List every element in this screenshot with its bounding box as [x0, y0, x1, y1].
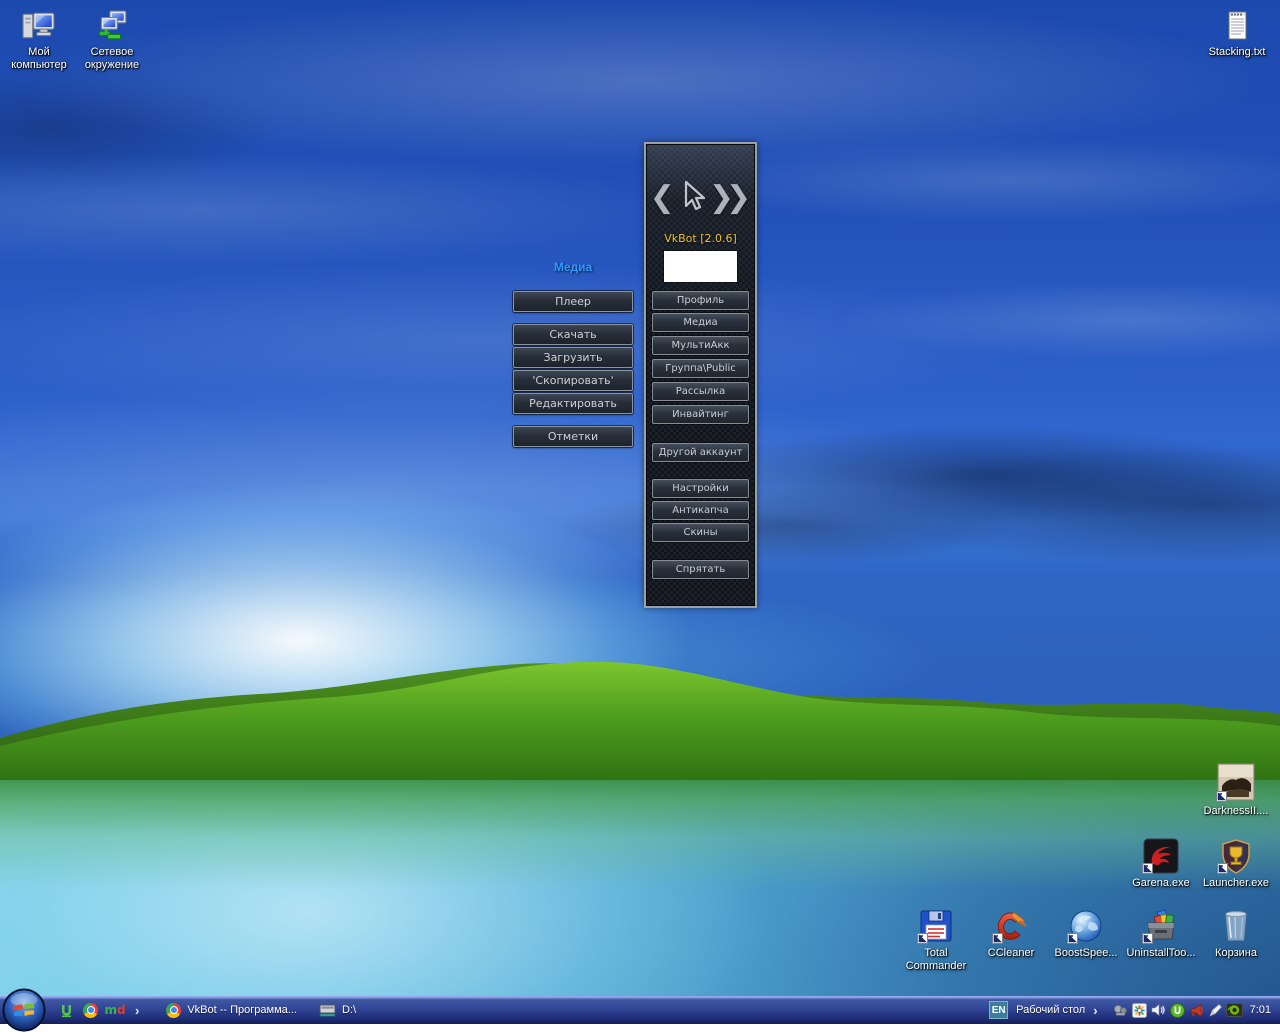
language-indicator[interactable]: EN	[989, 1001, 1008, 1019]
logo-left-bracket: ❮	[650, 180, 675, 215]
icon-label: UninstallToo...	[1122, 947, 1200, 960]
red-horn-icon[interactable]	[1188, 1002, 1205, 1018]
shortcut-arrow-icon	[992, 933, 1003, 944]
taskbar-task-vkbot[interactable]: VkBot -- Программа...	[166, 1003, 297, 1018]
utorrent-icon[interactable]	[58, 1002, 74, 1018]
desktop-icon-launcher[interactable]: Launcher.exe	[1197, 836, 1275, 890]
vkbot-panel: ❮ ❯❯ VkBot [2.0.6] Профиль Медиа МультиА…	[644, 142, 757, 608]
quick-launch: md	[58, 1002, 123, 1018]
vkbot-button-multiacc[interactable]: МультиАкк	[652, 336, 749, 355]
media-button-player[interactable]: Плеер	[513, 291, 633, 312]
icon-label: Stacking.txt	[1198, 46, 1276, 59]
recycle-bin-icon	[1197, 906, 1275, 944]
taskbar-task-drive-d[interactable]: D:\	[319, 1004, 356, 1017]
vkbot-button-hide[interactable]: Спрятать	[652, 560, 749, 579]
toolbar-chevron-icon[interactable]: ›	[1093, 1003, 1097, 1018]
floppy-disk-icon	[897, 906, 975, 944]
quick-launch-chevron-icon[interactable]: ›	[135, 1003, 139, 1018]
mediaget-m: m	[104, 1004, 117, 1016]
garena-icon	[1122, 836, 1200, 874]
volume-icon[interactable]	[1150, 1002, 1167, 1018]
desktop-icon-total-commander[interactable]: Total Commander	[897, 906, 975, 973]
vkbot-button-profile[interactable]: Профиль	[652, 291, 749, 310]
chrome-icon	[166, 1003, 181, 1018]
text-file-icon	[1198, 5, 1276, 43]
drive-icon	[319, 1004, 336, 1017]
tray-connection-icon[interactable]	[1131, 1002, 1148, 1018]
shortcut-arrow-icon	[1142, 863, 1153, 874]
my-computer-icon	[0, 5, 78, 43]
icon-label: Корзина	[1197, 947, 1275, 960]
media-button-marks[interactable]: Отметки	[513, 426, 633, 447]
shortcut-arrow-icon	[1217, 863, 1228, 874]
desktop-icon-boostspeed[interactable]: BoostSpee...	[1047, 906, 1125, 960]
system-tray	[1112, 1002, 1243, 1018]
ccleaner-icon	[972, 906, 1050, 944]
vkbot-button-mailing[interactable]: Рассылка	[652, 382, 749, 401]
media-button-copy[interactable]: 'Скопировать'	[513, 370, 633, 391]
media-button-download[interactable]: Скачать	[513, 324, 633, 345]
media-button-upload[interactable]: Загрузить	[513, 347, 633, 368]
desktop-icon-uninstalltool[interactable]: UninstallToo...	[1122, 906, 1200, 960]
desktop-icon-stacking-txt[interactable]: Stacking.txt	[1198, 5, 1276, 59]
vkbot-button-other-account[interactable]: Другой аккаунт	[652, 443, 749, 462]
shortcut-arrow-icon	[917, 933, 928, 944]
shield-trophy-icon	[1197, 836, 1275, 874]
start-button[interactable]	[1, 987, 47, 1033]
taskbar: md › VkBot -- Программа... D:\ EN Рабочи…	[0, 996, 1280, 1024]
desktop-icon-network[interactable]: Сетевое окружение	[73, 5, 151, 72]
desktop-icon-my-computer[interactable]: Мой компьютер	[0, 5, 78, 72]
vkbot-logo: ❮ ❯❯	[646, 168, 755, 226]
vkbot-button-skins[interactable]: Скины	[652, 523, 749, 542]
vkbot-image-box[interactable]	[664, 251, 737, 282]
taskbar-clock[interactable]: 7:01	[1250, 1004, 1271, 1016]
icon-label: Сетевое окружение	[73, 46, 151, 72]
vkbot-button-settings[interactable]: Настройки	[652, 479, 749, 498]
desktop-toolbar-label[interactable]: Рабочий стол	[1016, 1004, 1085, 1016]
shortcut-arrow-icon	[1216, 791, 1227, 802]
icon-label: BoostSpee...	[1047, 947, 1125, 960]
task-label: D:\	[342, 1004, 356, 1016]
wallpaper-water	[0, 775, 1280, 996]
desktop-icon-garena[interactable]: Garena.exe	[1122, 836, 1200, 890]
desktop-icon-darkness[interactable]: DarknessII....	[1197, 760, 1275, 818]
icon-label: Мой компьютер	[0, 46, 78, 72]
vkbot-title: VkBot [2.0.6]	[646, 232, 755, 245]
icon-label: CCleaner	[972, 947, 1050, 960]
vkbot-button-group-public[interactable]: Группа\Public	[652, 359, 749, 378]
icon-label: Total Commander	[897, 947, 975, 973]
utorrent-tray-icon[interactable]	[1169, 1002, 1186, 1018]
uninstall-tool-icon	[1122, 906, 1200, 944]
tray-device-icon[interactable]	[1112, 1002, 1129, 1018]
shortcut-arrow-icon	[1067, 933, 1078, 944]
vkbot-button-anticaptcha[interactable]: Антикапча	[652, 501, 749, 520]
image-thumbnail-icon	[1197, 760, 1275, 802]
pen-tool-icon[interactable]	[1207, 1002, 1224, 1018]
network-icon	[73, 5, 151, 43]
icon-label: Garena.exe	[1122, 877, 1200, 890]
vkbot-button-media[interactable]: Медиа	[652, 313, 749, 332]
globe-icon	[1047, 906, 1125, 944]
icon-label: Launcher.exe	[1197, 877, 1275, 890]
media-button-edit[interactable]: Редактировать	[513, 393, 633, 414]
nvidia-icon[interactable]	[1226, 1002, 1243, 1018]
icon-label: DarknessII....	[1197, 805, 1275, 818]
cursor-arrow-icon	[677, 179, 707, 215]
media-menu-title: Медиа	[513, 260, 633, 274]
vkbot-button-inviting[interactable]: Инвайтинг	[652, 405, 749, 424]
wallpaper-hills	[0, 630, 1280, 780]
mediaget-icon[interactable]: md	[107, 1002, 123, 1018]
shortcut-arrow-icon	[1142, 933, 1153, 944]
task-label: VkBot -- Программа...	[187, 1004, 297, 1016]
desktop-icon-ccleaner[interactable]: CCleaner	[972, 906, 1050, 960]
logo-right-bracket: ❯❯	[709, 180, 751, 215]
chrome-icon[interactable]	[83, 1003, 98, 1018]
desktop-icon-recycle-bin[interactable]: Корзина	[1197, 906, 1275, 960]
mediaget-d: d	[117, 1004, 126, 1016]
